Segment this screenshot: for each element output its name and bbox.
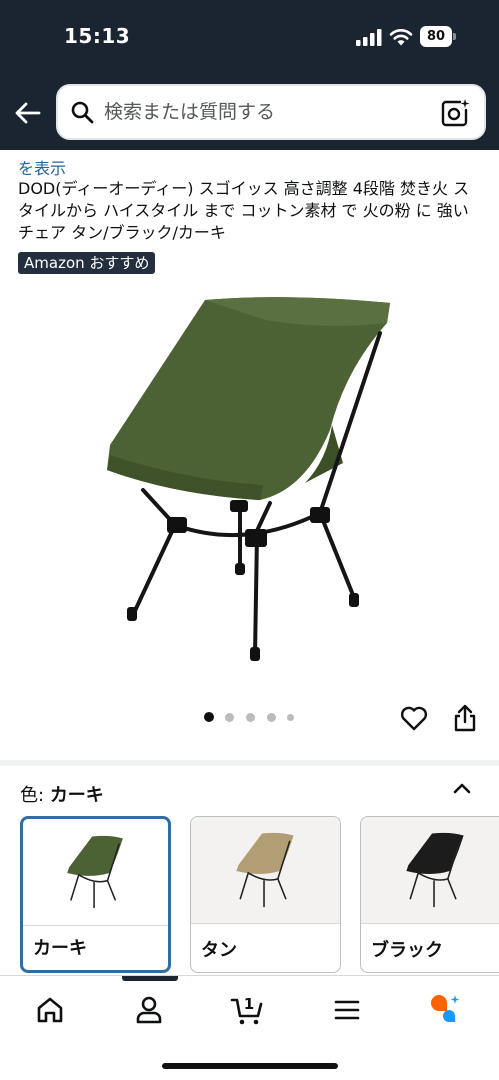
pagination-dot[interactable] — [267, 713, 276, 722]
home-icon[interactable] — [30, 990, 70, 1030]
battery-level: 80 — [420, 26, 452, 47]
swatch-tan-label: タン — [201, 940, 237, 961]
wifi-icon — [389, 28, 413, 46]
nav-active-indicator — [122, 976, 178, 981]
swatch-khaki-label: カーキ — [33, 938, 87, 959]
cart-icon[interactable]: 1 — [228, 990, 268, 1030]
back-arrow-icon[interactable] — [12, 97, 44, 129]
share-icon[interactable] — [451, 703, 479, 733]
signal-icon — [356, 29, 382, 46]
product-image[interactable] — [95, 285, 405, 670]
battery-icon: 80 — [420, 26, 456, 47]
search-bar[interactable] — [56, 84, 486, 140]
section-divider — [0, 760, 499, 766]
product-title: DOD(ディーオーディー) スゴイッス 高さ調整 4段階 焚き火 スタイルから … — [18, 179, 470, 242]
rufus-icon[interactable] — [425, 990, 465, 1030]
search-input[interactable] — [104, 86, 424, 138]
swatch-tan[interactable]: タン — [190, 816, 341, 973]
battery-tip — [453, 33, 456, 40]
header: 15:13 80 — [0, 0, 499, 150]
swatch-separator — [191, 923, 340, 924]
swatch-separator — [361, 923, 499, 924]
chevron-up-icon[interactable] — [451, 778, 473, 800]
variation-selected: カーキ — [49, 785, 104, 806]
swatch-khaki-image — [67, 835, 123, 909]
swatch-black[interactable]: ブラック — [360, 816, 499, 973]
pagination-dot[interactable] — [225, 713, 234, 722]
account-icon[interactable] — [129, 990, 169, 1030]
swatch-black-image — [361, 817, 499, 923]
swatch-tan-image — [191, 817, 340, 923]
variation-label: 色: カーキ — [20, 781, 104, 807]
pagination-dot[interactable] — [287, 714, 294, 721]
variation-key: 色: — [20, 785, 45, 806]
menu-icon[interactable] — [327, 990, 367, 1030]
status-bar: 15:13 80 — [0, 0, 499, 72]
swatch-black-label: ブラック — [371, 940, 443, 961]
swatch-khaki[interactable]: カーキ — [20, 816, 171, 973]
home-indicator — [162, 1063, 338, 1069]
cart-count: 1 — [244, 995, 254, 1013]
search-icon — [71, 101, 94, 124]
swatch-separator — [23, 925, 168, 926]
product-page: 15:13 80 検索または質問する を表示 DOD(ディーオーディー) スゴイ… — [0, 0, 499, 1080]
pagination-dot-active[interactable] — [204, 712, 214, 722]
amazon-choice-badge: Amazon おすすめ — [18, 252, 156, 274]
heart-icon[interactable] — [399, 703, 429, 733]
pagination-dot[interactable] — [246, 713, 255, 722]
camera-search-icon[interactable] — [440, 98, 470, 128]
clock: 15:13 — [64, 24, 131, 48]
show-more-link[interactable]: を表示 — [18, 155, 66, 179]
